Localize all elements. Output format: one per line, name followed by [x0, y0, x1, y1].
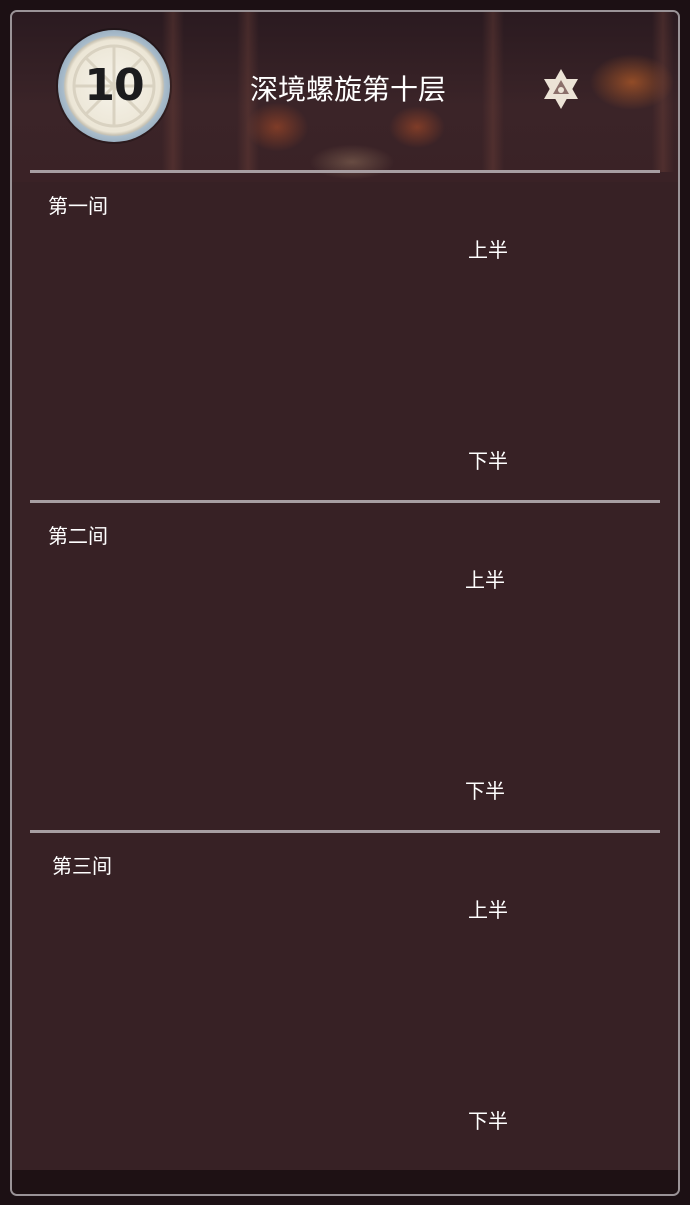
section-divider — [30, 830, 660, 833]
background-pillar — [652, 12, 674, 172]
chamber-3-second-half-label: 下半 — [468, 1109, 508, 1133]
chamber-3-first-half-label: 上半 — [468, 898, 508, 922]
chamber-2-label: 第二间 — [48, 524, 108, 548]
chamber-2-second-half-label: 下半 — [465, 779, 505, 803]
chamber-1-first-half-label: 上半 — [468, 238, 508, 262]
floor-title: 深境螺旋第十层 — [250, 73, 447, 106]
section-divider — [30, 500, 660, 503]
chamber-1-label: 第一间 — [48, 194, 108, 218]
footer-bar — [12, 1170, 678, 1194]
chamber-2-first-half-label: 上半 — [465, 568, 505, 592]
section-divider — [30, 170, 660, 173]
chamber-1-second-half-label: 下半 — [468, 449, 508, 473]
floor-badge: 10 — [58, 30, 170, 142]
abyss-floor-card: 10 深境螺旋第十层 第一间 上半 下半 第二间 上半 下半 第三间 上半 下半 — [10, 10, 680, 1196]
chamber-3-label: 第三间 — [52, 854, 112, 878]
floor-number: 10 — [84, 60, 144, 111]
abyss-star-icon — [544, 69, 578, 109]
